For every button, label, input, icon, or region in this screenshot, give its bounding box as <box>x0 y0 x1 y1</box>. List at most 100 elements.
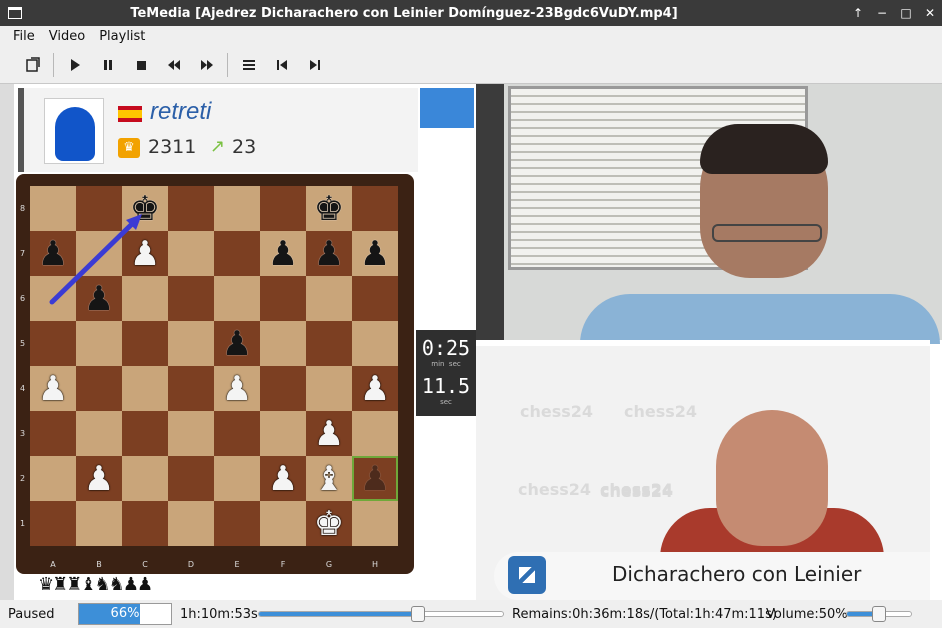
volume-slider[interactable] <box>846 606 912 622</box>
minimize-icon[interactable]: − <box>870 0 894 26</box>
board-square <box>168 501 214 546</box>
white-pawn-piece: ♟ <box>221 368 253 409</box>
black-pawn-piece: ♟ <box>221 323 253 364</box>
chess24-logo-icon <box>508 556 546 594</box>
playback-state: Paused <box>8 606 55 622</box>
toolbar-separator <box>227 52 228 77</box>
playlist-button[interactable] <box>232 50 265 80</box>
white-pawn-piece: ♟ <box>37 368 69 409</box>
rank-label: 2 <box>20 474 26 483</box>
rewind-button[interactable] <box>157 50 190 80</box>
board-square <box>30 186 76 231</box>
menu-playlist[interactable]: Playlist <box>92 29 152 44</box>
open-file-button[interactable] <box>16 50 49 80</box>
board-square <box>76 366 122 411</box>
board-square <box>214 231 260 276</box>
rank-label: 3 <box>20 429 26 438</box>
white-pawn-piece: ♟ <box>267 458 299 499</box>
board-square <box>30 501 76 546</box>
board-square <box>30 411 76 456</box>
black-pawn-piece: ♟ <box>37 233 69 274</box>
elapsed-time: 1h:10m:53s <box>180 606 258 622</box>
app-window-icon <box>8 7 22 19</box>
board-square <box>168 231 214 276</box>
board-square <box>352 186 398 231</box>
board-square <box>260 501 306 546</box>
playlist-icon <box>242 59 255 70</box>
clock-inc-label: sec <box>440 398 452 406</box>
status-bar: Paused 66% 1h:10m:53s Remains:0h:36m:18s… <box>0 600 942 628</box>
board-square <box>168 186 214 231</box>
maximize-icon[interactable]: □ <box>894 0 918 26</box>
board-square <box>76 231 122 276</box>
rating-up-arrow-icon: ↗ <box>210 136 226 157</box>
spain-flag-icon <box>118 106 142 122</box>
board-square <box>352 501 398 546</box>
seek-slider[interactable] <box>258 606 504 622</box>
next-button[interactable] <box>298 50 331 80</box>
black-pawn-piece: ♟ <box>359 233 391 274</box>
keep-above-icon[interactable]: ↑ <box>846 0 870 26</box>
white-bishop-piece: ♝ <box>313 458 345 499</box>
player-avatar <box>44 98 104 164</box>
menu-file[interactable]: File <box>6 29 42 44</box>
seek-slider-fill <box>259 612 418 616</box>
board-square <box>352 321 398 366</box>
board-square <box>122 501 168 546</box>
board-square <box>214 186 260 231</box>
buffer-progress-text: 66% <box>110 606 140 621</box>
player-rating: 2311 <box>148 136 197 158</box>
pause-button[interactable] <box>91 50 124 80</box>
banner-text: Dicharachero con Leinier <box>612 562 862 586</box>
clock-time: 0:25 <box>421 336 471 360</box>
buffer-progress: 66% <box>78 603 172 625</box>
title-bar: TeMedia [Ajedrez Dicharachero con Leinie… <box>0 0 942 26</box>
board-square <box>168 321 214 366</box>
game-clock: 0:25 min sec 11.5 sec <box>416 330 476 416</box>
board-square <box>122 411 168 456</box>
board-square <box>214 411 260 456</box>
volume-slider-handle[interactable] <box>872 606 886 622</box>
rank-label: 8 <box>20 204 26 213</box>
black-pawn-piece: ♟ <box>267 233 299 274</box>
play-icon <box>70 58 80 71</box>
clock-min-label: min <box>431 360 445 368</box>
white-pawn-piece: ♟ <box>313 413 345 454</box>
black-pawn-piece: ♟ <box>313 233 345 274</box>
previous-button[interactable] <box>265 50 298 80</box>
file-label: H <box>371 560 378 569</box>
previous-icon <box>276 59 287 70</box>
board-square <box>260 321 306 366</box>
play-button[interactable] <box>58 50 91 80</box>
stop-button[interactable] <box>124 50 157 80</box>
menu-video[interactable]: Video <box>42 29 92 44</box>
board-square <box>76 186 122 231</box>
file-label: E <box>234 560 240 569</box>
seek-slider-handle[interactable] <box>410 606 425 622</box>
board-square <box>260 186 306 231</box>
board-square <box>30 321 76 366</box>
fast-forward-icon <box>200 59 213 70</box>
board-square <box>214 456 260 501</box>
board-square <box>260 411 306 456</box>
rank-label: 6 <box>20 294 26 303</box>
menu-bar: File Video Playlist <box>0 26 942 46</box>
player-name: retreti <box>150 98 212 125</box>
person-shirt <box>580 294 940 344</box>
board-square <box>306 366 352 411</box>
white-pawn-piece: ♟ <box>83 458 115 499</box>
rank-label: 4 <box>20 384 26 393</box>
stop-icon <box>136 60 146 70</box>
video-frame[interactable]: retreti ♛ 2311 ↗ 23 ♚ ♚ ♟ ♟ ♟ ♟ ♟ ♟ ♟ ♟ ♟ ♟ ♟ ♟ ♟ ♝ ♟ ♚ 8… <box>0 84 942 600</box>
close-icon[interactable]: ✕ <box>918 0 942 26</box>
fast-forward-button[interactable] <box>190 50 223 80</box>
board-square <box>168 411 214 456</box>
board-square <box>214 501 260 546</box>
board-square <box>168 366 214 411</box>
board-square <box>260 366 306 411</box>
watermark: chess24 <box>624 402 698 421</box>
watermark: chess24 <box>520 402 594 421</box>
clock-increment: 11.5 <box>421 374 471 398</box>
board-square <box>76 501 122 546</box>
board-square <box>122 321 168 366</box>
